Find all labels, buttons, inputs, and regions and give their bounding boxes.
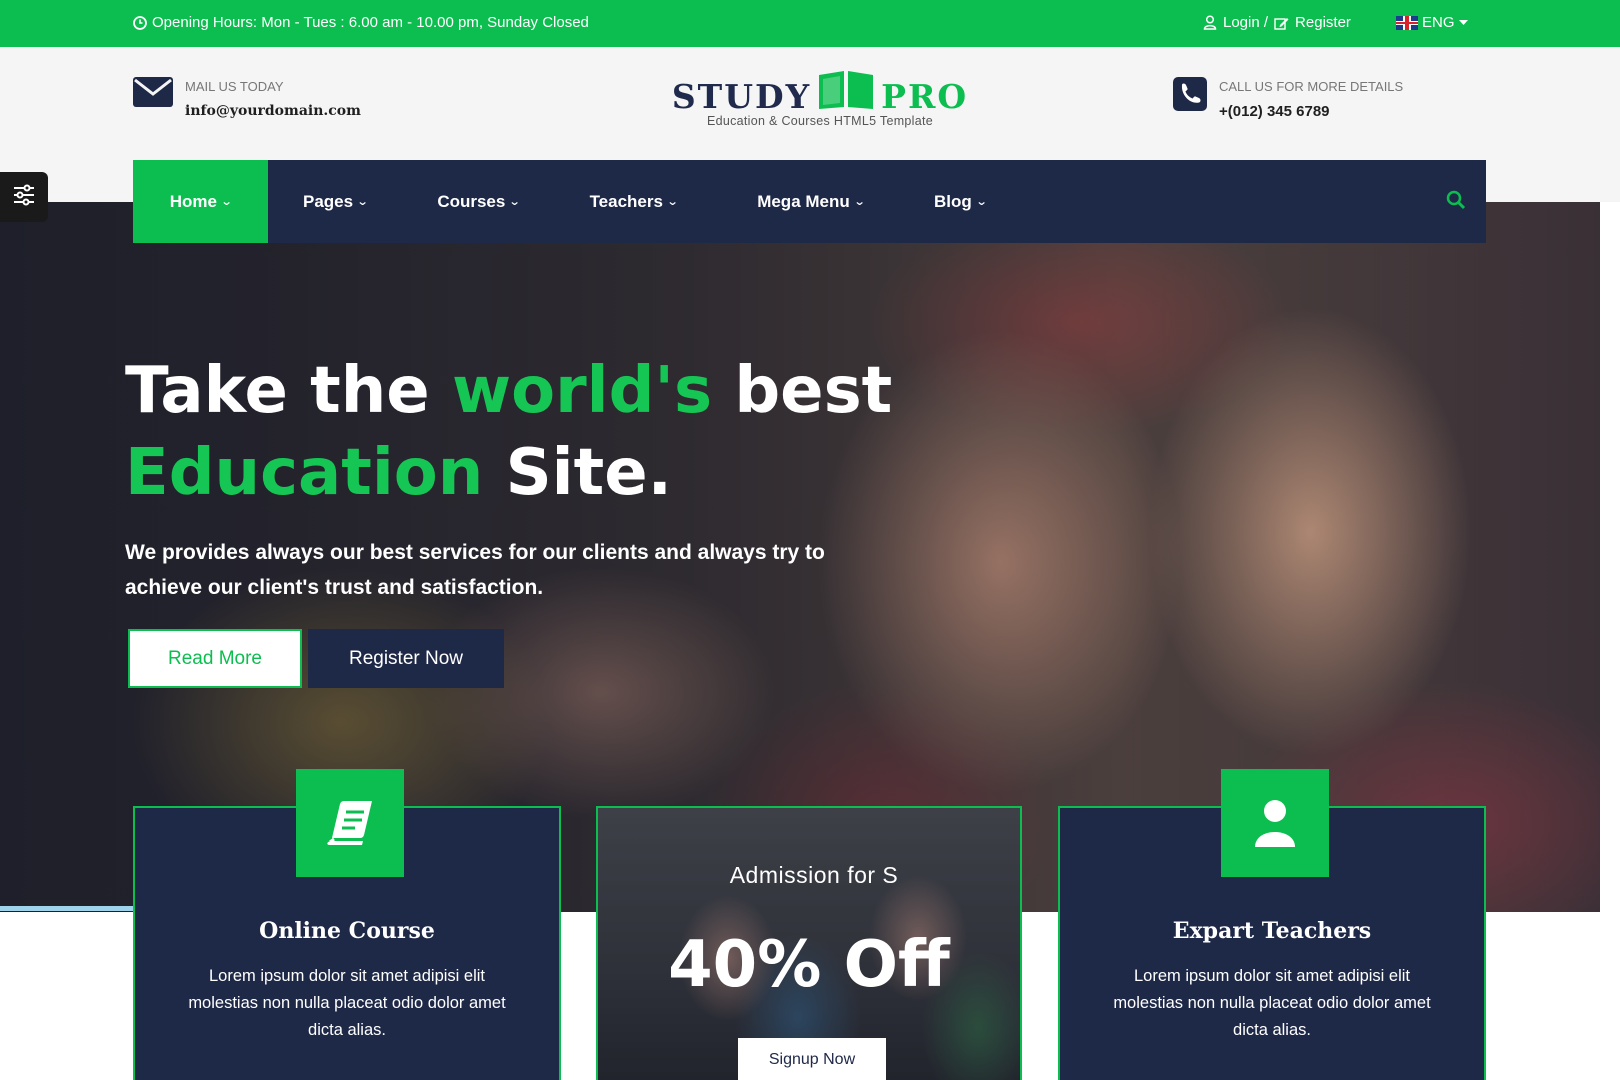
hero-bottom-accent — [0, 906, 135, 911]
language-selector[interactable]: ENG — [1396, 14, 1468, 31]
logo-tagline: Education & Courses HTML5 Template — [706, 114, 934, 128]
login-link[interactable]: Login / — [1223, 14, 1268, 31]
clock-icon — [133, 15, 147, 30]
nav-item-blog[interactable]: Blog ⌄ — [934, 160, 988, 243]
online-course-title: Online Course — [259, 918, 435, 944]
hero-subtitle: We provides always our best services for… — [125, 541, 825, 599]
person-icon — [1221, 769, 1329, 877]
envelope-icon — [133, 77, 173, 112]
edit-icon — [1274, 16, 1289, 30]
opening-hours-text: Opening Hours: Mon - Tues : 6.00 am - 10… — [152, 14, 589, 31]
logo-study: STUDY — [671, 77, 812, 116]
chevron-down-icon: ⌄ — [356, 196, 369, 208]
read-more-button[interactable]: Read More — [128, 629, 302, 688]
book-logo-icon — [817, 69, 875, 116]
chevron-down-icon: ⌄ — [508, 196, 521, 208]
mail-value[interactable]: info@yourdomain.com — [185, 103, 361, 119]
user-icon — [1203, 15, 1217, 30]
search-icon[interactable] — [1446, 190, 1466, 215]
chevron-down-icon: ⌄ — [666, 196, 679, 208]
online-course-text: Lorem ipsum dolor sit amet adipisi elit … — [188, 967, 506, 1039]
chevron-down-icon: ⌄ — [220, 196, 233, 208]
settings-toggle[interactable] — [0, 172, 48, 222]
chevron-down-icon: ⌄ — [975, 196, 988, 208]
opening-hours: Opening Hours: Mon - Tues : 6.00 am - 10… — [133, 14, 589, 31]
book-icon — [296, 769, 404, 877]
hero-title: Take the world's best Education Site. — [125, 354, 893, 510]
main-nav: Home ⌄ Pages ⌄ Courses ⌄ Teachers ⌄ Mega Men… — [133, 160, 1486, 243]
nav-item-mega-menu[interactable]: Mega Menu ⌄ — [757, 160, 866, 243]
nav-item-teachers[interactable]: Teachers ⌄ — [590, 160, 679, 243]
settings-sliders-icon — [12, 184, 36, 211]
admission-promo-card[interactable]: Admission for S 40% Off Signup Now — [596, 806, 1022, 1080]
nav-item-pages[interactable]: Pages ⌄ — [303, 160, 369, 243]
site-logo[interactable]: STUDY PRO Education & Courses HTML5 Temp… — [671, 69, 969, 128]
phone-value[interactable]: +(012) 345 6789 — [1219, 103, 1403, 120]
expert-teachers-text: Lorem ipsum dolor sit amet adipisi elit … — [1113, 967, 1431, 1039]
register-link[interactable]: Register — [1295, 14, 1351, 31]
auth-links: Login / Register — [1203, 14, 1351, 31]
admission-text: Admission for S — [729, 862, 899, 888]
discount-text: 40% Off — [668, 928, 950, 1002]
chevron-down-icon: ⌄ — [853, 196, 866, 208]
phone-icon — [1173, 77, 1207, 116]
expert-teachers-title: Expart Teachers — [1172, 918, 1372, 944]
top-bar: Opening Hours: Mon - Tues : 6.00 am - 10… — [0, 0, 1620, 47]
online-course-card: Online Course Lorem ipsum dolor sit amet… — [133, 769, 561, 1080]
register-now-button[interactable]: Register Now — [308, 629, 504, 688]
language-label: ENG — [1422, 14, 1455, 31]
mail-label: MAIL US TODAY — [185, 79, 284, 94]
uk-flag-icon — [1396, 15, 1418, 30]
signup-now-button[interactable]: Signup Now — [738, 1038, 886, 1080]
phone-contact: CALL US FOR MORE DETAILS +(012) 345 6789 — [1173, 77, 1403, 120]
nav-item-courses[interactable]: Courses ⌄ — [437, 160, 521, 243]
phone-label: CALL US FOR MORE DETAILS — [1219, 79, 1404, 94]
expert-teachers-card: Expart Teachers Lorem ipsum dolor sit am… — [1058, 769, 1486, 1080]
caret-down-icon — [1458, 19, 1468, 26]
mail-contact: MAIL US TODAY info@yourdomain.com — [133, 77, 361, 119]
nav-item-home[interactable]: Home ⌄ — [133, 160, 268, 243]
logo-pro: PRO — [881, 77, 969, 116]
